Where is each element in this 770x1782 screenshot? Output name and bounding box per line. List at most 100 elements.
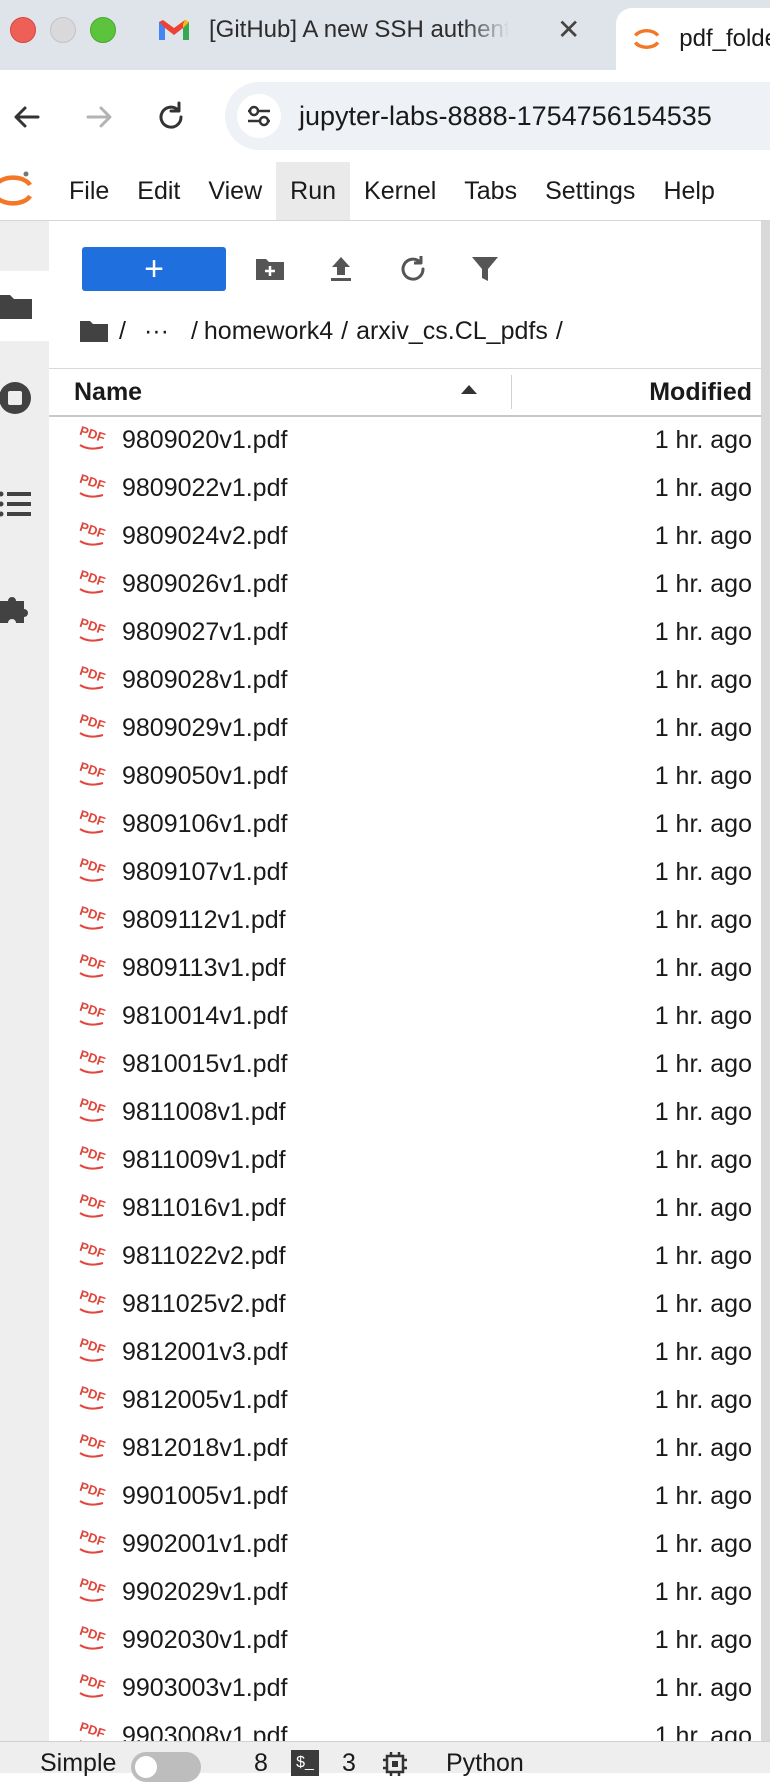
column-resize-handle[interactable]: [511, 375, 512, 409]
svg-text:PDF: PDF: [78, 1289, 107, 1309]
file-row[interactable]: PDF 9902001v1.pdf 1 hr. ago: [49, 1520, 761, 1568]
table-of-contents-icon[interactable]: [0, 485, 34, 523]
gmail-icon: [159, 20, 189, 40]
filter-icon[interactable]: [469, 253, 501, 285]
file-modified: 1 hr. ago: [654, 762, 752, 790]
menu-view[interactable]: View: [194, 162, 276, 220]
file-row[interactable]: PDF 9809024v2.pdf 1 hr. ago: [49, 512, 761, 560]
browser-tab-gmail[interactable]: [GitHub] A new SSH authentication ✕: [145, 0, 595, 60]
new-launcher-button[interactable]: +: [82, 247, 226, 291]
file-row[interactable]: PDF 9901005v1.pdf 1 hr. ago: [49, 1472, 761, 1520]
file-row[interactable]: PDF 9809026v1.pdf 1 hr. ago: [49, 560, 761, 608]
file-row[interactable]: PDF 9811016v1.pdf 1 hr. ago: [49, 1184, 761, 1232]
file-row[interactable]: PDF 9902030v1.pdf 1 hr. ago: [49, 1616, 761, 1664]
breadcrumb-root[interactable]: /: [119, 317, 126, 346]
back-arrow-icon[interactable]: [10, 100, 44, 134]
menu-tabs[interactable]: Tabs: [450, 162, 531, 220]
menu-run[interactable]: Run: [276, 162, 351, 220]
breadcrumb-separator: /: [341, 316, 349, 345]
pdf-file-icon: PDF: [77, 1479, 109, 1509]
file-modified: 1 hr. ago: [654, 1530, 752, 1558]
breadcrumb-arxiv-folder[interactable]: arxiv_cs.CL_pdfs: [356, 317, 548, 346]
address-bar[interactable]: jupyter-labs-8888-1754756154535: [225, 82, 770, 150]
menu-kernel[interactable]: Kernel: [350, 162, 450, 220]
refresh-icon[interactable]: [397, 253, 429, 285]
file-row[interactable]: PDF 9809022v1.pdf 1 hr. ago: [49, 464, 761, 512]
folder-icon[interactable]: [79, 318, 109, 344]
breadcrumb-homework4[interactable]: homework4: [204, 317, 333, 346]
scrollbar[interactable]: [761, 221, 770, 1741]
file-row[interactable]: PDF 9902029v1.pdf 1 hr. ago: [49, 1568, 761, 1616]
file-name: 9812005v1.pdf: [122, 1386, 288, 1414]
file-row[interactable]: PDF 9809029v1.pdf 1 hr. ago: [49, 704, 761, 752]
file-name: 9902030v1.pdf: [122, 1626, 288, 1654]
file-row[interactable]: PDF 9812018v1.pdf 1 hr. ago: [49, 1424, 761, 1472]
window-zoom-button[interactable]: [90, 17, 116, 43]
file-modified: 1 hr. ago: [654, 1434, 752, 1462]
file-row[interactable]: PDF 9811025v2.pdf 1 hr. ago: [49, 1280, 761, 1328]
file-row[interactable]: PDF 9809020v1.pdf 1 hr. ago: [49, 416, 761, 464]
close-icon[interactable]: ✕: [557, 16, 580, 44]
pdf-file-icon: PDF: [77, 1383, 109, 1413]
kernels-count[interactable]: 3: [342, 1748, 356, 1779]
jupyter-menubar: File Edit View Run Kernel Tabs Settings …: [0, 162, 770, 221]
file-row[interactable]: PDF 9810014v1.pdf 1 hr. ago: [49, 992, 761, 1040]
jupyter-logo-icon: [0, 171, 32, 206]
file-row[interactable]: PDF 9812005v1.pdf 1 hr. ago: [49, 1376, 761, 1424]
file-row[interactable]: PDF 9811022v2.pdf 1 hr. ago: [49, 1232, 761, 1280]
tab-title: [GitHub] A new SSH authentication: [209, 16, 509, 43]
running-sessions-icon[interactable]: [0, 379, 34, 417]
upload-icon[interactable]: [325, 253, 357, 285]
reload-icon[interactable]: [154, 100, 188, 134]
modified-column-header[interactable]: Modified: [649, 369, 752, 415]
site-settings-icon[interactable]: [237, 94, 281, 138]
status-bar: Simple 8 $_ 3 Python: [0, 1741, 770, 1782]
menu-edit[interactable]: Edit: [123, 162, 194, 220]
pdf-file-icon: PDF: [77, 1047, 109, 1077]
terminals-count[interactable]: 8: [254, 1748, 268, 1779]
file-row[interactable]: PDF 9809027v1.pdf 1 hr. ago: [49, 608, 761, 656]
file-row[interactable]: PDF 9809112v1.pdf 1 hr. ago: [49, 896, 761, 944]
pdf-file-icon: PDF: [77, 999, 109, 1029]
breadcrumb-ellipsis[interactable]: ···: [144, 317, 169, 346]
svg-text:PDF: PDF: [78, 1625, 107, 1645]
file-row[interactable]: PDF 9809028v1.pdf 1 hr. ago: [49, 656, 761, 704]
file-row[interactable]: PDF 9809107v1.pdf 1 hr. ago: [49, 848, 761, 896]
new-folder-icon[interactable]: [254, 253, 286, 285]
file-row[interactable]: PDF 9903003v1.pdf 1 hr. ago: [49, 1664, 761, 1712]
breadcrumb: / ··· / homework4 / arxiv_cs.CL_pdfs /: [79, 309, 571, 353]
file-row[interactable]: PDF 9812001v3.pdf 1 hr. ago: [49, 1328, 761, 1376]
menu-help[interactable]: Help: [649, 162, 728, 220]
sort-ascending-icon[interactable]: [461, 385, 477, 394]
terminal-icon[interactable]: $_: [291, 1750, 319, 1776]
extensions-puzzle-icon[interactable]: [0, 589, 34, 627]
file-modified: 1 hr. ago: [654, 522, 752, 550]
file-row[interactable]: PDF 9809050v1.pdf 1 hr. ago: [49, 752, 761, 800]
file-row[interactable]: PDF 9811009v1.pdf 1 hr. ago: [49, 1136, 761, 1184]
menu-file[interactable]: File: [55, 162, 123, 220]
file-row[interactable]: PDF 9809113v1.pdf 1 hr. ago: [49, 944, 761, 992]
file-modified: 1 hr. ago: [654, 1290, 752, 1318]
file-row[interactable]: PDF 9903008v1.pdf 1 hr. ago: [49, 1712, 761, 1741]
name-column-header[interactable]: Name: [74, 369, 142, 415]
file-name: 9811025v2.pdf: [122, 1290, 286, 1318]
simple-mode-toggle[interactable]: [131, 1752, 201, 1782]
window-minimize-button[interactable]: [50, 17, 76, 43]
window-close-button[interactable]: [10, 17, 36, 43]
file-row[interactable]: PDF 9809106v1.pdf 1 hr. ago: [49, 800, 761, 848]
browser-tab-pdf-folder[interactable]: pdf_folder: [616, 8, 770, 70]
pdf-file-icon: PDF: [77, 1287, 109, 1317]
forward-arrow-icon[interactable]: [82, 100, 116, 134]
file-list-header: Name Modified: [49, 368, 761, 417]
file-row[interactable]: PDF 9810015v1.pdf 1 hr. ago: [49, 1040, 761, 1088]
file-name: 9810014v1.pdf: [122, 1002, 288, 1030]
pdf-file-icon: PDF: [77, 1095, 109, 1125]
folder-icon[interactable]: [0, 287, 34, 325]
kernel-chip-icon[interactable]: [381, 1750, 409, 1778]
file-row[interactable]: PDF 9811008v1.pdf 1 hr. ago: [49, 1088, 761, 1136]
menu-settings[interactable]: Settings: [531, 162, 649, 220]
svg-text:PDF: PDF: [78, 857, 107, 877]
file-name: 9809113v1.pdf: [122, 954, 286, 982]
kernel-name[interactable]: Python: [446, 1748, 524, 1779]
file-modified: 1 hr. ago: [654, 1194, 752, 1222]
